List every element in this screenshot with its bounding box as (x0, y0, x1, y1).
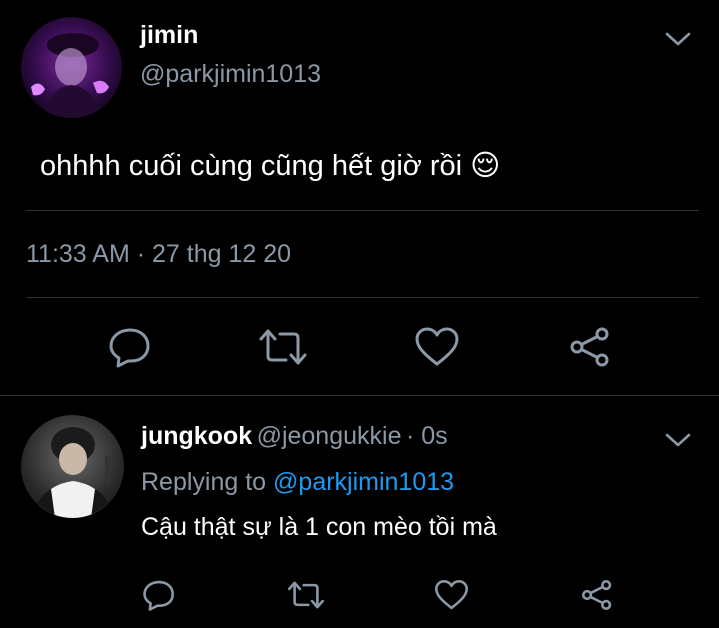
like-icon[interactable] (414, 326, 460, 368)
divider (26, 210, 699, 211)
reply-text: Cậu thật sự là 1 con mèo tồi mà (141, 513, 497, 541)
replying-to-label: Replying to (141, 468, 267, 496)
avatar[interactable] (21, 17, 122, 118)
reply-icon[interactable] (108, 326, 152, 368)
tweet-author-name[interactable]: jimin (140, 21, 198, 50)
reply-author-name[interactable]: jungkook (141, 422, 252, 450)
replying-to-line: Replying to @parkjimin1013 (141, 468, 454, 497)
share-icon[interactable] (568, 326, 612, 368)
reply-icon[interactable] (142, 579, 176, 611)
tweet-text: ohhhh cuối cùng cũng hết giờ rồi 😌 (40, 150, 501, 182)
like-icon[interactable] (434, 579, 469, 611)
retweet-icon[interactable] (258, 326, 308, 368)
tweet-author-handle[interactable]: @parkjimin1013 (140, 60, 321, 89)
reply-header: jungkook @jeongukkie · 0s (141, 422, 448, 451)
chevron-down-icon[interactable] (665, 31, 691, 47)
share-icon[interactable] (580, 579, 614, 611)
avatar[interactable] (21, 415, 124, 518)
retweet-icon[interactable] (287, 579, 325, 611)
reply-time: · 0s (405, 422, 448, 450)
divider (0, 395, 719, 396)
chevron-down-icon[interactable] (665, 432, 691, 448)
tweet-timestamp: 11:33 AM · 27 thg 12 20 (26, 240, 292, 268)
reply-author-handle[interactable]: @jeongukkie (257, 422, 402, 450)
replying-to-mention[interactable]: @parkjimin1013 (273, 468, 454, 496)
divider (26, 297, 699, 298)
